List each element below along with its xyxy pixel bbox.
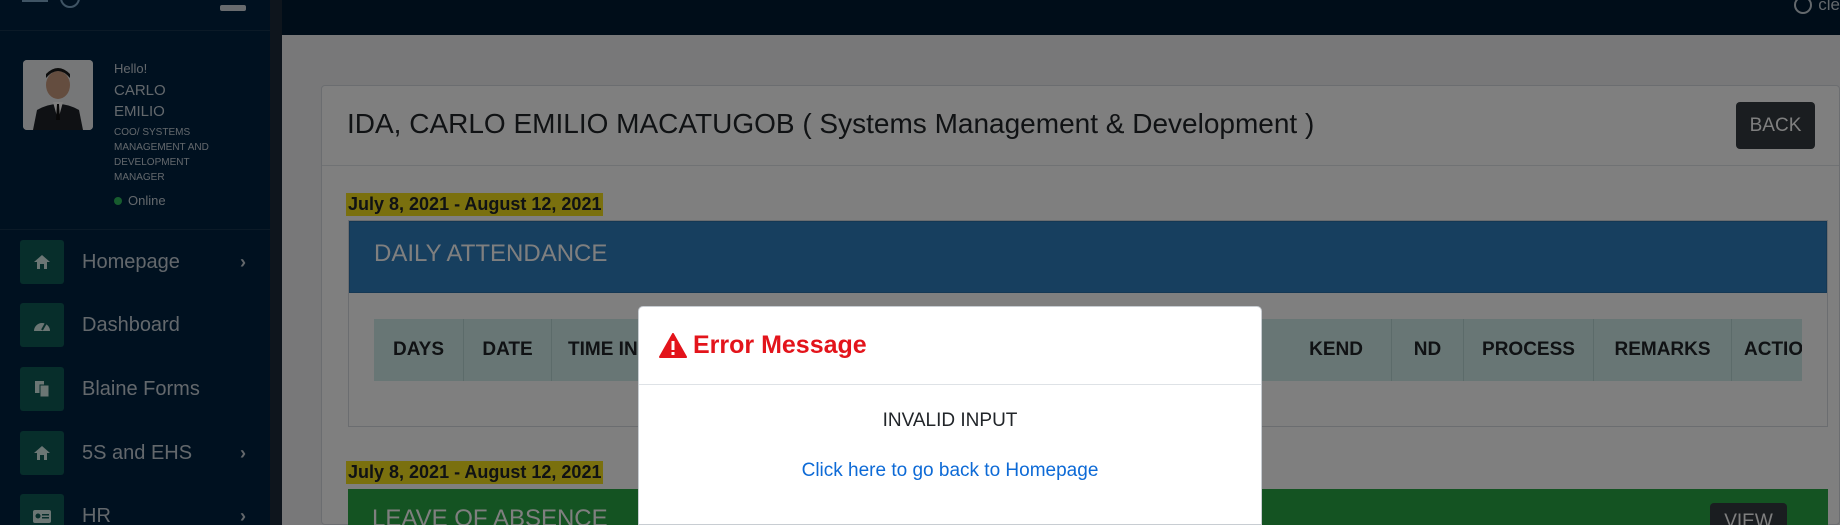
error-modal: Error Message INVALID INPUT Click here t… [638, 306, 1262, 525]
modal-title: Error Message [693, 331, 867, 359]
modal-header: Error Message [639, 307, 1261, 385]
warning-icon [659, 333, 687, 358]
error-message: INVALID INPUT [882, 410, 1018, 431]
back-to-homepage-link[interactable]: Click here to go back to Homepage [639, 460, 1261, 482]
